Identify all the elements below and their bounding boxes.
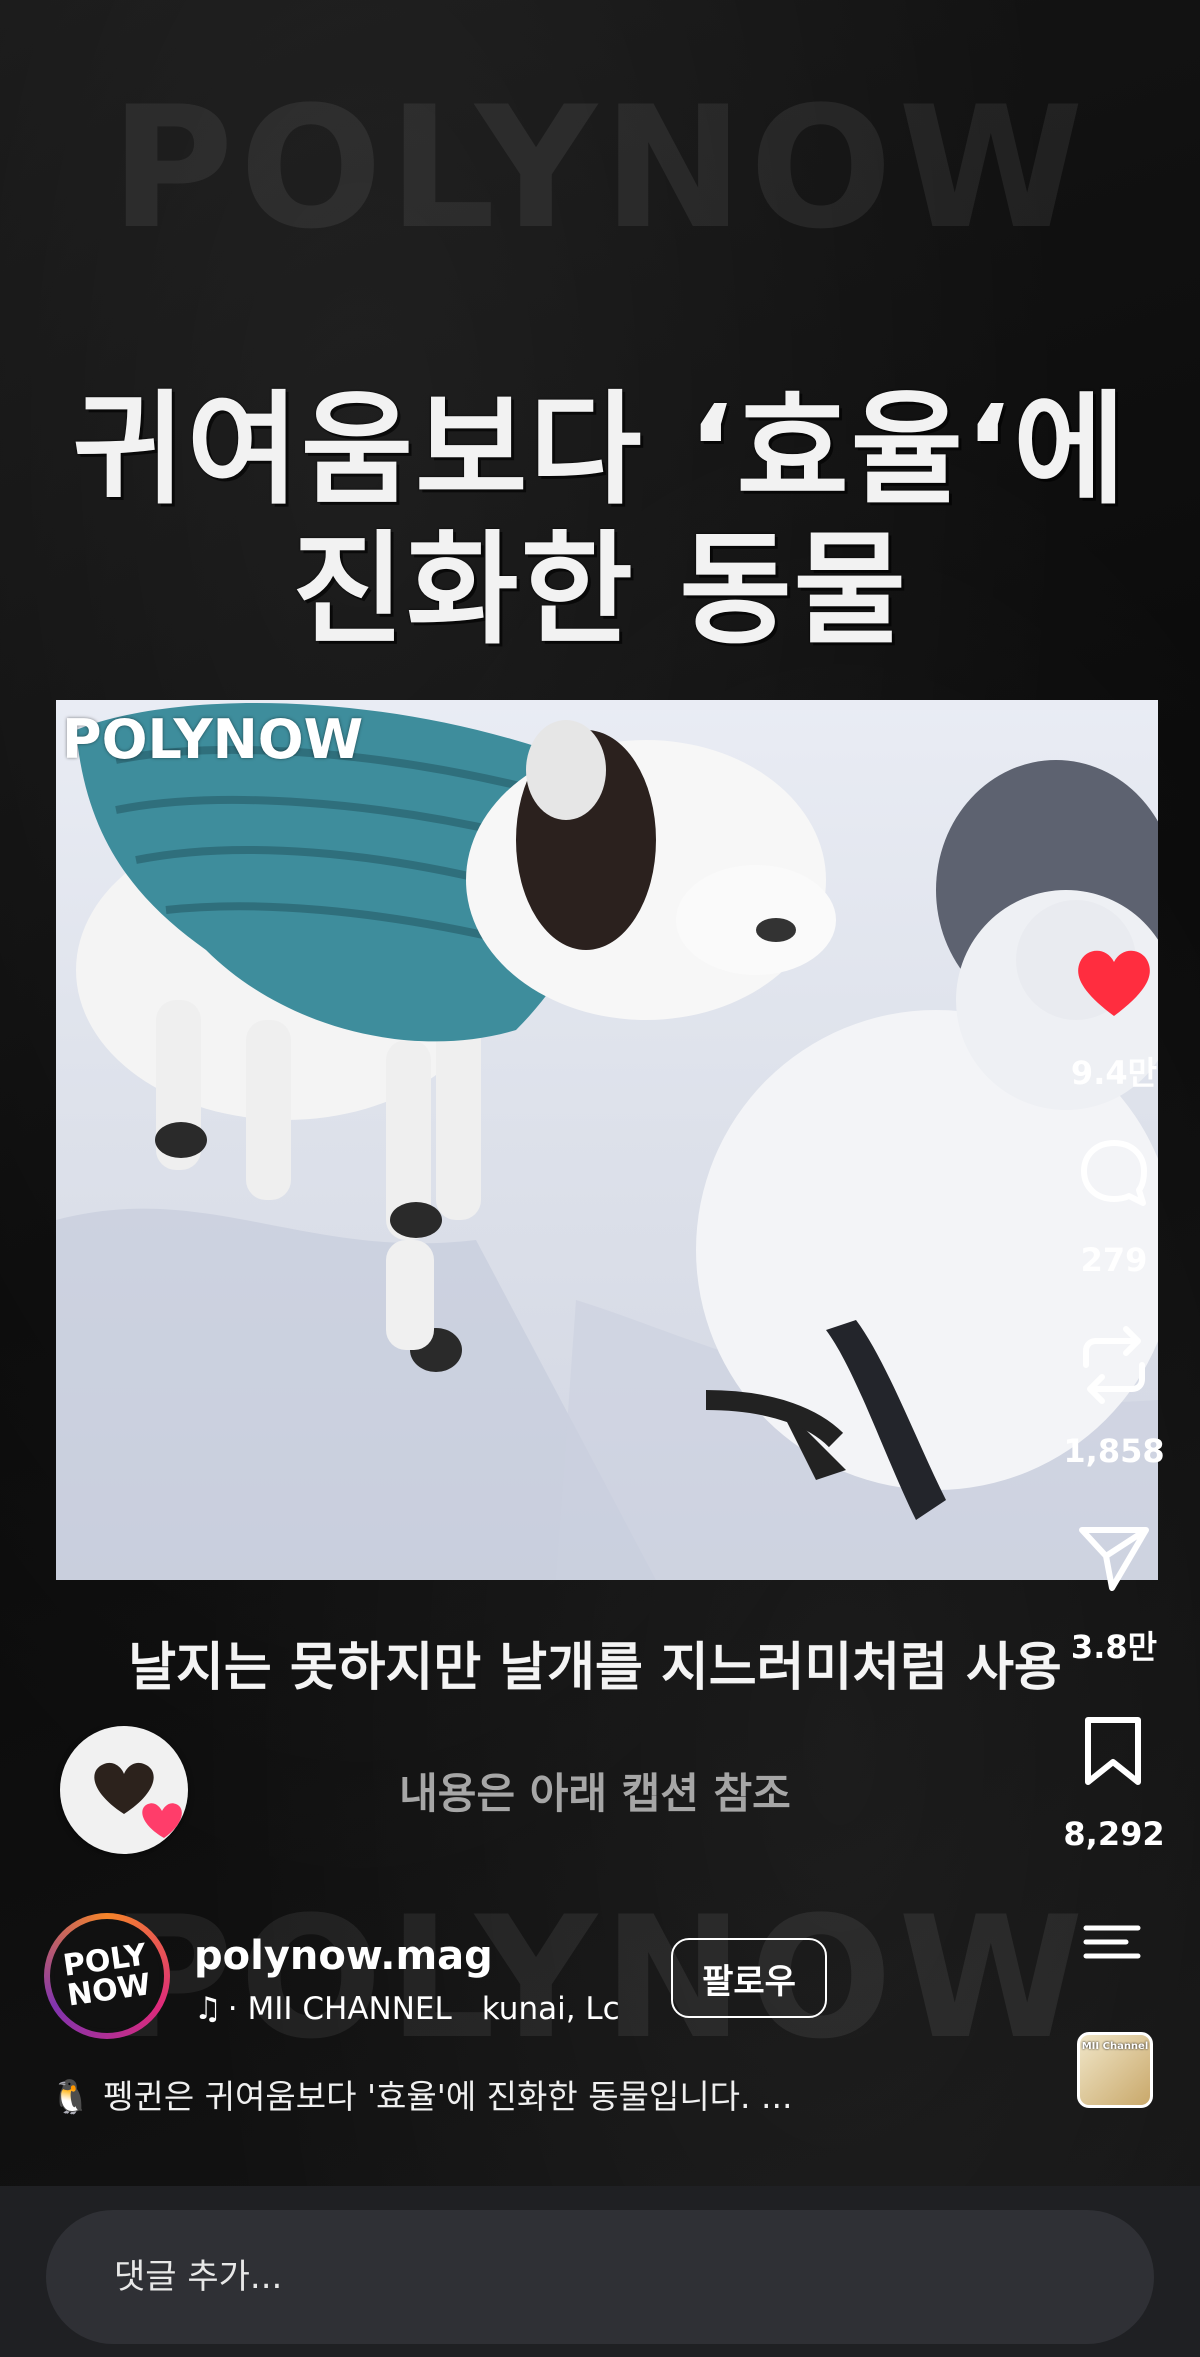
headline-line-1: 귀여움보다 ‘효율‘에 (72, 379, 1128, 521)
avatar[interactable]: POLY NOW (44, 1913, 170, 2039)
menu-icon[interactable] (1082, 1922, 1142, 1962)
comment-count: 279 (1080, 1241, 1148, 1279)
description-text: 펭귄은 귀여움보다 '효율'에 진화한 동물입니다. ... (103, 2077, 793, 2116)
video-logo-watermark: POLYNOW (62, 708, 364, 771)
heart-sticker (60, 1726, 188, 1854)
heart-sticker-icon (94, 1762, 182, 1838)
avatar-inner: POLY NOW (50, 1919, 164, 2033)
album-label: MII Channel (1081, 2041, 1149, 2052)
bookmark-icon[interactable] (1082, 1716, 1144, 1788)
music-note-icon: ♫ (194, 1991, 222, 2027)
music-track: kunai, Lc (481, 1991, 620, 2027)
share-count: 3.8만 (1070, 1628, 1158, 1666)
share-send-icon[interactable] (1076, 1522, 1152, 1594)
follow-button[interactable]: 팔로우 (671, 1938, 827, 2018)
post-description[interactable]: 🐧 펭귄은 귀여움보다 '효율'에 진화한 동물입니다. ... (50, 2070, 793, 2118)
comment-input[interactable] (46, 2210, 1154, 2344)
video-player[interactable]: POLYNOW (56, 700, 1158, 1580)
video-frame (56, 702, 1158, 1580)
music-info[interactable]: ♫ · MII CHANNEL kunai, Lc (194, 1991, 694, 2027)
avatar-logo-text: POLY NOW (60, 1937, 153, 2014)
video-caption: 날지는 못하지만 날개를 지느러미처럼 사용 (128, 1638, 1062, 1698)
repost-icon[interactable] (1076, 1325, 1152, 1405)
music-artist: · MII CHANNEL (227, 1991, 452, 2027)
comment-bar (0, 2186, 1200, 2357)
headline-line-2: 진화한 동물 (292, 519, 908, 661)
penguin-emoji-icon: 🐧 (50, 2077, 92, 2116)
like-heart-icon[interactable] (1074, 946, 1154, 1018)
like-count: 9.4만 (1070, 1054, 1158, 1092)
save-count: 8,292 (1063, 1815, 1165, 1853)
watermark-bottom: POLYNOW (110, 1880, 1090, 2076)
watermark-top: POLYNOW (110, 70, 1090, 266)
repost-count: 1,858 (1063, 1432, 1165, 1470)
username[interactable]: polynow.mag (194, 1933, 493, 1979)
comment-icon[interactable] (1078, 1137, 1150, 1209)
music-album-thumbnail[interactable]: MII Channel (1077, 2032, 1153, 2108)
